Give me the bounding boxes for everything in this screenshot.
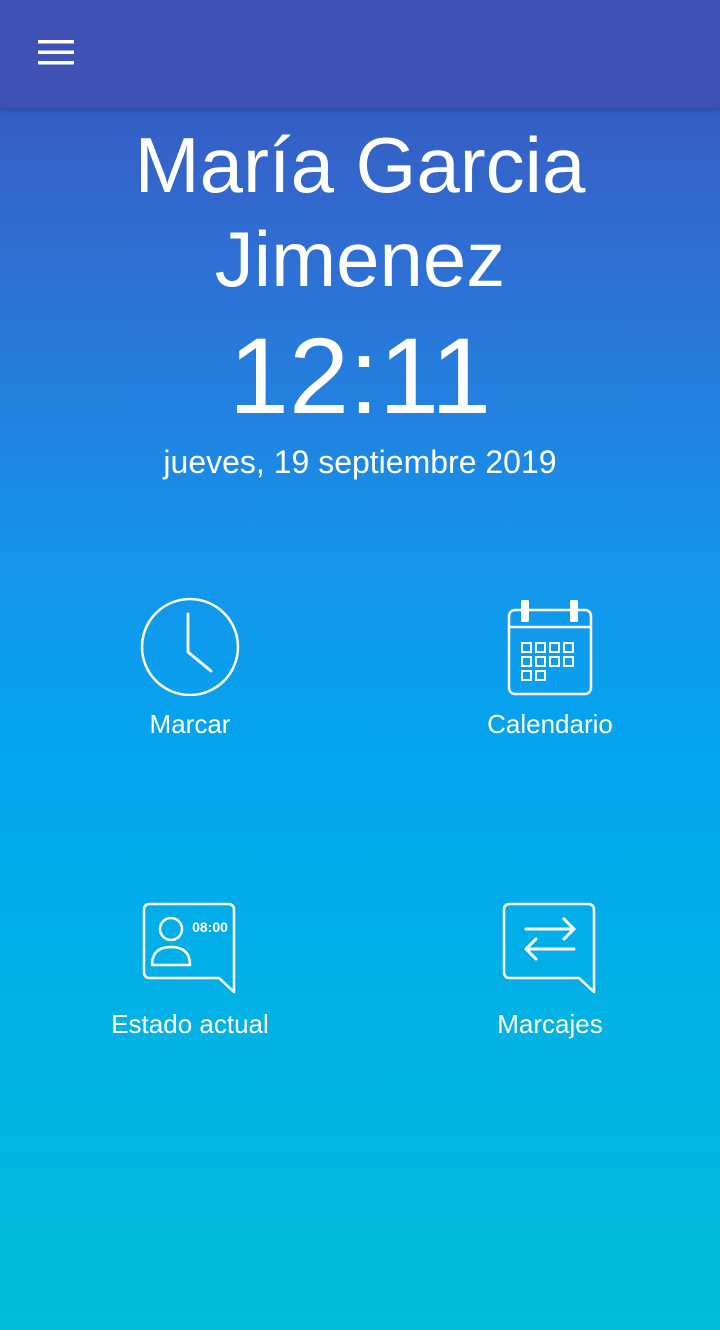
menu-button[interactable] — [20, 26, 92, 78]
clock-icon — [140, 597, 240, 696]
current-time: 12:11 — [228, 315, 492, 436]
calendar-icon — [507, 600, 593, 696]
swap-arrows-icon — [502, 902, 596, 994]
app-bar — [0, 0, 720, 108]
current-date: jueves, 19 septiembre 2019 — [163, 444, 557, 480]
user-name: María Garcia Jimenez — [134, 121, 586, 303]
user-status-icon: 08:00 — [142, 902, 236, 994]
tile-label-marcajes: Marcajes — [497, 1009, 603, 1039]
tile-label-calendario: Calendario — [487, 709, 613, 739]
tile-estado-actual[interactable]: 08:00 Estado actual — [40, 896, 340, 1076]
hamburger-menu-icon — [38, 40, 74, 65]
tile-label-estado-actual: Estado actual — [111, 1009, 269, 1039]
status-time-text: 08:00 — [192, 919, 228, 935]
tile-calendario[interactable]: Calendario — [400, 596, 700, 776]
tile-label-marcar: Marcar — [149, 709, 231, 739]
tile-marcajes[interactable]: Marcajes — [400, 896, 700, 1076]
tile-marcar[interactable]: Marcar — [40, 596, 340, 776]
